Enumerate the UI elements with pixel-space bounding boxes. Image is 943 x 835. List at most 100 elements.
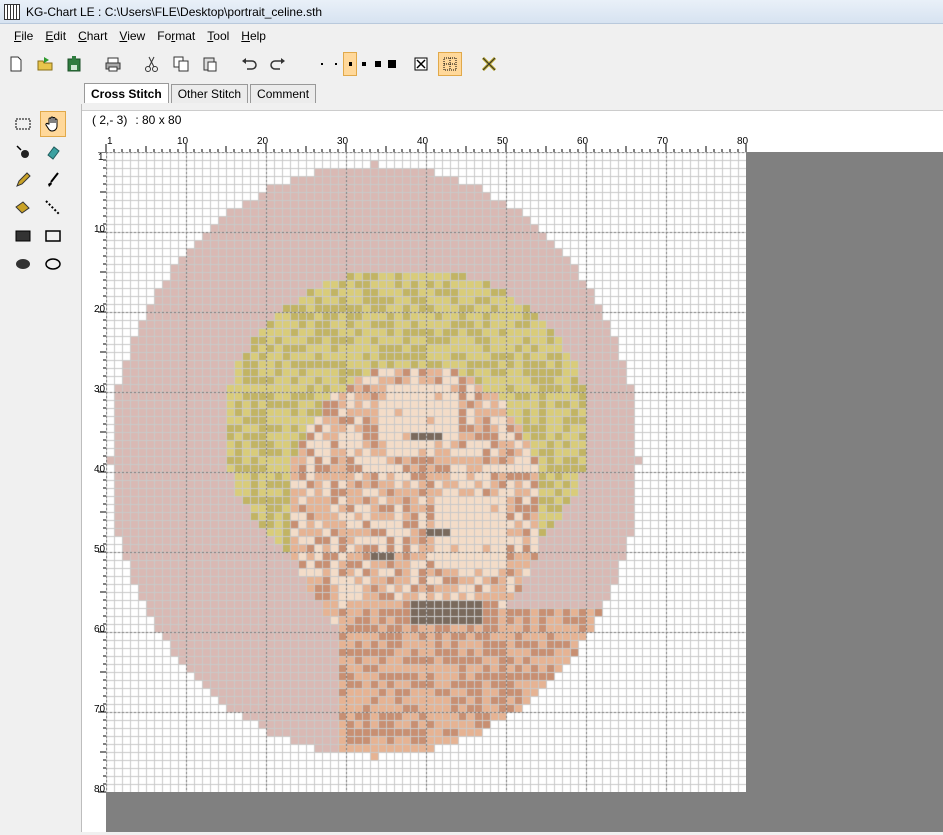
tab-other-stitch[interactable]: Other Stitch: [170, 84, 249, 103]
menu-edit[interactable]: Edit: [39, 27, 72, 45]
rectangle-icon: [45, 230, 61, 242]
open-folder-icon: [37, 57, 53, 71]
app-icon: [4, 3, 20, 20]
toolbar: [0, 48, 943, 80]
cursor-position: ( 2,- 3): [92, 112, 128, 127]
pencil-tool[interactable]: [10, 167, 36, 193]
ruler-top-label-50: 50: [497, 136, 509, 147]
dot-size-6-icon: [388, 60, 396, 68]
ruler-top-label-20: 20: [257, 136, 269, 147]
undo-icon: [242, 58, 257, 70]
dot-size-3-icon: [348, 62, 352, 66]
save-file-button[interactable]: [62, 52, 86, 76]
chart-size: : 80 x 80: [135, 112, 182, 127]
ruler-left-label-30: 30: [94, 384, 106, 395]
grid-icon: [443, 57, 457, 71]
ruler-top-label-10: 10: [177, 136, 189, 147]
stitch-tabs: Cross Stitch Other Stitch Comment: [84, 83, 318, 103]
brush-tool[interactable]: [40, 167, 66, 193]
ruler-top: 1 10 20 30 40 50 60 70 80: [82, 128, 943, 152]
size-4-button[interactable]: [357, 52, 371, 76]
ruler-top-label-70: 70: [657, 136, 669, 147]
size-5-button[interactable]: [371, 52, 385, 76]
crossed-needles-icon: [481, 56, 497, 72]
redo-button[interactable]: [266, 52, 290, 76]
ellipse-tool[interactable]: [40, 251, 66, 277]
eraser-icon: [47, 146, 60, 160]
ruler-top-label-1: 1: [107, 136, 113, 147]
ruler-left-label-60: 60: [94, 624, 106, 635]
dot-size-5-icon: [375, 61, 381, 67]
copy-button[interactable]: [169, 52, 193, 76]
redo-icon: [270, 58, 285, 70]
menu-format[interactable]: Format: [151, 27, 201, 45]
print-button[interactable]: [101, 52, 125, 76]
scissors-icon: [145, 56, 158, 72]
needle-tool-button[interactable]: [477, 52, 501, 76]
marquee-select-icon: [15, 118, 31, 130]
size-1-button[interactable]: [315, 52, 329, 76]
menu-tool[interactable]: Tool: [201, 27, 235, 45]
cut-button[interactable]: [140, 52, 164, 76]
dot-size-4-icon: [362, 62, 366, 66]
ruler-left-label-1: 1: [98, 152, 104, 163]
ruler-top-label-80: 80: [737, 136, 749, 147]
filled-ellipse-icon: [16, 259, 30, 269]
paste-button[interactable]: [198, 52, 222, 76]
new-file-button[interactable]: [4, 52, 28, 76]
dot-size-2-icon: [335, 63, 337, 65]
pencil-icon: [16, 172, 31, 187]
rect-tool[interactable]: [40, 223, 66, 249]
title-bar: KG-Chart LE : C:\Users\FLE\Desktop\portr…: [0, 0, 943, 24]
menu-file[interactable]: File: [8, 27, 39, 45]
filled-rectangle-icon: [15, 230, 31, 242]
ruler-top-label-60: 60: [577, 136, 589, 147]
menu-chart[interactable]: Chart: [72, 27, 113, 45]
size-2-button[interactable]: [329, 52, 343, 76]
paste-icon: [203, 57, 217, 72]
stitch-grid[interactable]: [106, 152, 746, 792]
ellipse-icon: [45, 258, 61, 270]
filled-rect-tool[interactable]: [10, 223, 36, 249]
fill-tool[interactable]: [10, 195, 36, 221]
line-tool[interactable]: [40, 195, 66, 221]
menu-help[interactable]: Help: [235, 27, 272, 45]
dotted-line-icon: [45, 200, 61, 216]
ruler-left-label-70: 70: [94, 704, 106, 715]
eraser-tool[interactable]: [40, 139, 66, 165]
ruler-top-label-40: 40: [417, 136, 429, 147]
size-3-button[interactable]: [343, 52, 357, 76]
dropper-tool[interactable]: [10, 139, 36, 165]
copy-icon: [173, 56, 189, 72]
undo-button[interactable]: [237, 52, 261, 76]
filled-ellipse-tool[interactable]: [10, 251, 36, 277]
cross-stitch-mode-button[interactable]: [409, 52, 433, 76]
brush-icon: [48, 172, 59, 187]
ruler-top-ticks: [105, 144, 747, 152]
tab-cross-stitch[interactable]: Cross Stitch: [84, 83, 169, 103]
select-tool[interactable]: [10, 111, 36, 137]
stitch-canvas[interactable]: [106, 152, 746, 792]
window-title: KG-Chart LE : C:\Users\FLE\Desktop\portr…: [26, 4, 323, 19]
new-file-icon: [10, 56, 22, 72]
menu-bar: File Edit Chart View Format Tool Help: [0, 25, 943, 46]
ruler-left-label-50: 50: [94, 544, 106, 555]
ruler-left-label-20: 20: [94, 304, 106, 315]
eyedropper-icon: [16, 145, 29, 158]
size-6-button[interactable]: [385, 52, 399, 76]
cross-box-icon: [414, 57, 428, 71]
grid-toggle-button[interactable]: [438, 52, 462, 76]
save-icon: [67, 56, 81, 72]
paint-bucket-icon: [15, 201, 30, 214]
menu-view[interactable]: View: [113, 27, 151, 45]
coordinate-bar: ( 2,- 3) : 80 x 80: [82, 110, 943, 128]
open-file-button[interactable]: [33, 52, 57, 76]
hand-tool[interactable]: [40, 111, 66, 137]
chart-area: 1 10 20 30 40 50 60 70 80 1 10 20 30 40 …: [82, 128, 943, 832]
tab-comment[interactable]: Comment: [250, 84, 317, 103]
ruler-left: 1 10 20 30 40 50 60 70 80: [82, 151, 106, 832]
ruler-left-label-80: 80: [94, 784, 106, 795]
ruler-left-label-40: 40: [94, 464, 106, 475]
printer-icon: [105, 57, 121, 72]
ruler-top-label-30: 30: [337, 136, 349, 147]
